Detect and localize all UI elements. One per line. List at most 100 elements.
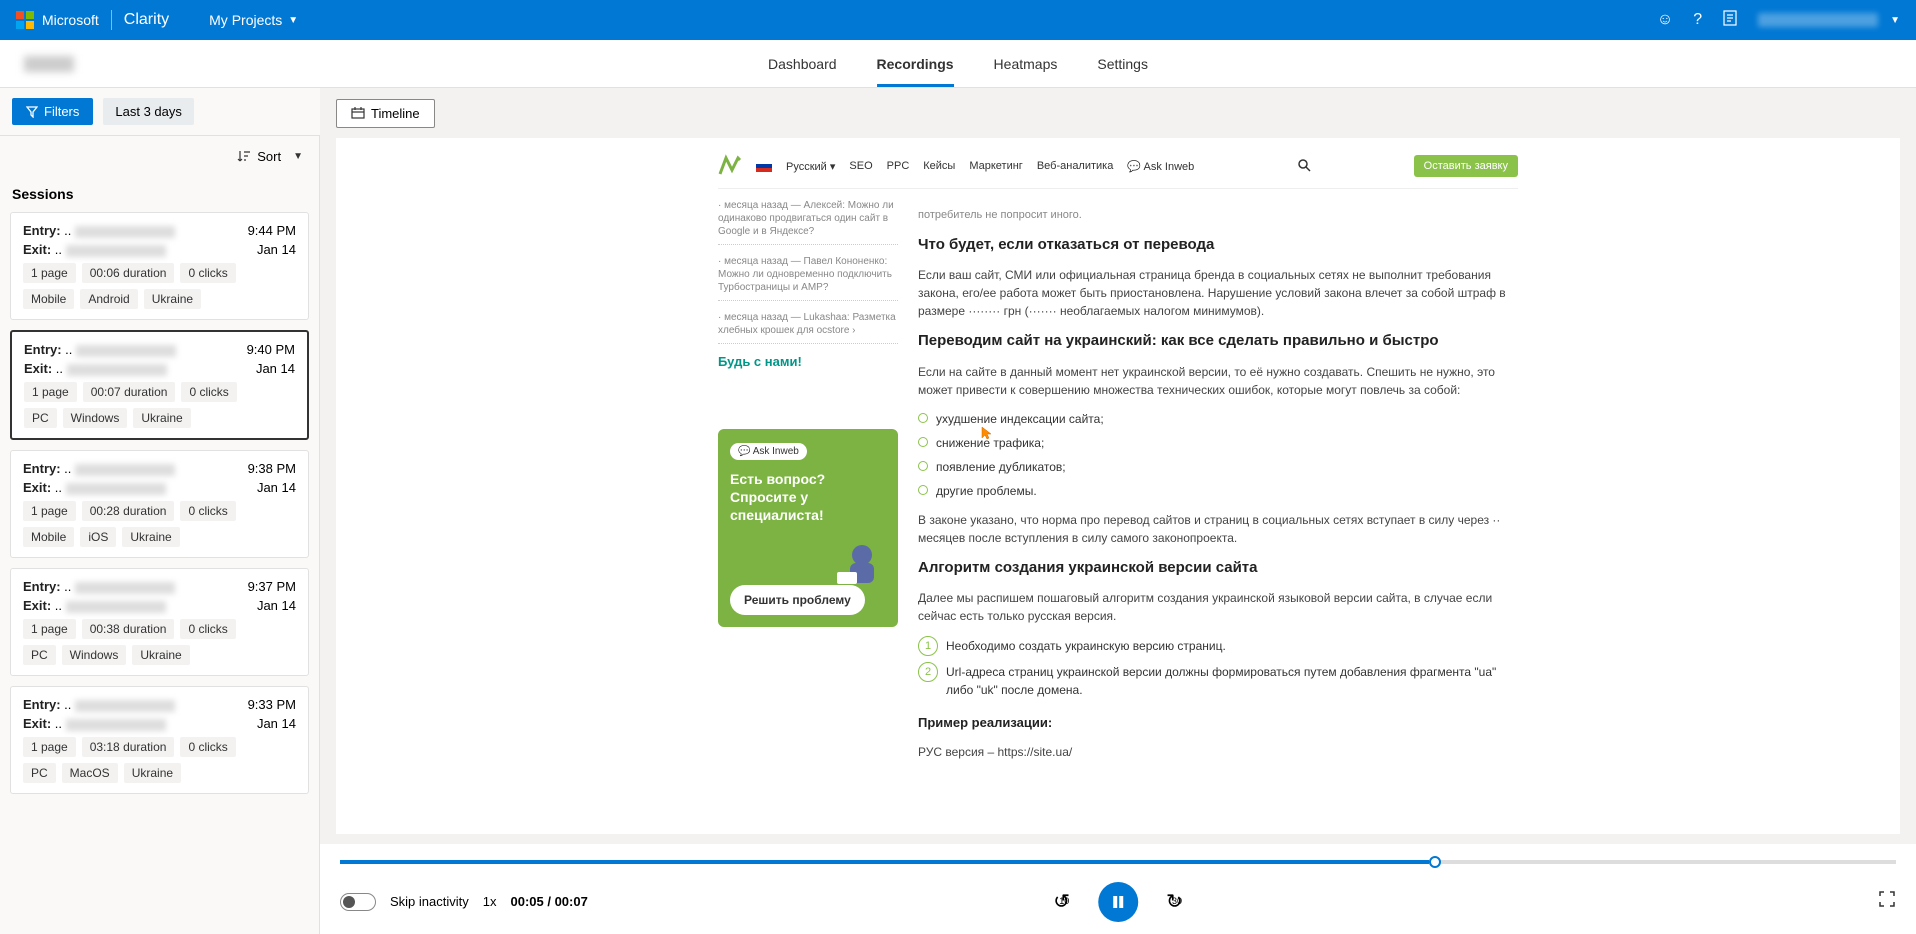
tab-recordings[interactable]: Recordings bbox=[877, 42, 954, 86]
pause-button[interactable] bbox=[1098, 882, 1138, 922]
chip-tag: Windows bbox=[62, 645, 127, 665]
promo-illustration-icon bbox=[832, 537, 892, 587]
sort-button[interactable]: Sort ▼ bbox=[0, 136, 319, 176]
topnav: Dashboard Recordings Heatmaps Settings bbox=[0, 40, 1916, 88]
side-item: · месяца назад — Lukashaa: Разметка хлеб… bbox=[718, 311, 898, 344]
nav-cases: Кейсы bbox=[923, 160, 955, 172]
replay-h1: Что будет, если отказаться от перевода bbox=[918, 234, 1518, 257]
chip-pages: 1 page bbox=[23, 501, 76, 521]
promo-ask: 💬 Ask Inweb bbox=[730, 443, 807, 460]
promo-solve-button: Решить проблему bbox=[730, 585, 865, 615]
projects-dropdown[interactable]: My Projects ▼ bbox=[209, 12, 298, 28]
chip-duration: 00:38 duration bbox=[82, 619, 175, 639]
chip-duration: 03:18 duration bbox=[82, 737, 175, 757]
sort-icon bbox=[237, 149, 251, 163]
skip-inactivity-toggle[interactable] bbox=[340, 893, 376, 911]
session-card[interactable]: Entry: ..9:33 PM Exit: ..Jan 14 1 page 0… bbox=[10, 686, 309, 794]
replay-ol: Url-адреса страниц украинской версии дол… bbox=[918, 659, 1518, 703]
speed-label[interactable]: 1x bbox=[483, 894, 497, 909]
session-card[interactable]: Entry: ..9:44 PM Exit: ..Jan 14 1 page 0… bbox=[10, 212, 309, 320]
filters-label: Filters bbox=[44, 104, 79, 119]
chip-pages: 1 page bbox=[23, 263, 76, 283]
flag-icon bbox=[756, 160, 772, 172]
timeline-icon bbox=[351, 106, 365, 120]
chip-pages: 1 page bbox=[24, 382, 77, 402]
replay-h2: Переводим сайт на украинский: как все сд… bbox=[918, 330, 1518, 353]
progress-bar[interactable] bbox=[340, 860, 1896, 864]
nav-web: Веб-аналитика bbox=[1037, 160, 1114, 172]
chip-clicks: 0 clicks bbox=[180, 619, 235, 639]
progress-handle[interactable] bbox=[1429, 856, 1441, 868]
fullscreen-button[interactable] bbox=[1878, 890, 1896, 913]
forward-30-button[interactable]: ↻30 bbox=[1166, 889, 1183, 914]
search-icon bbox=[1297, 158, 1311, 175]
projects-label: My Projects bbox=[209, 12, 282, 28]
progress-fill bbox=[340, 860, 1429, 864]
chip-clicks: 0 clicks bbox=[180, 263, 235, 283]
divider bbox=[111, 10, 112, 30]
feedback-icon[interactable]: ☺ bbox=[1657, 11, 1673, 29]
chip-tag: PC bbox=[23, 645, 56, 665]
brand-text[interactable]: Clarity bbox=[124, 11, 169, 29]
replay-h3: Алгоритм создания украинской версии сайт… bbox=[918, 557, 1518, 580]
replay-li: ухудшение индексации сайта; bbox=[918, 407, 1518, 431]
chip-tag: PC bbox=[23, 763, 56, 783]
session-card[interactable]: Entry: ..9:40 PM Exit: ..Jan 14 1 page 0… bbox=[10, 330, 309, 440]
replay-page-header: Русский ▾ SEO PPC Кейсы Маркетинг Веб-ан… bbox=[718, 148, 1518, 189]
filter-icon bbox=[26, 106, 38, 118]
fullscreen-icon bbox=[1878, 890, 1896, 908]
chip-pages: 1 page bbox=[23, 619, 76, 639]
replay-ol: Необходимо создать украинскую версию стр… bbox=[918, 633, 1518, 659]
chip-duration: 00:06 duration bbox=[82, 263, 175, 283]
chip-tag: Ukraine bbox=[124, 763, 181, 783]
player-panel: Timeline Русский ▾ SEO PPC Кейсы Маркети… bbox=[320, 88, 1916, 934]
session-card[interactable]: Entry: ..9:37 PM Exit: ..Jan 14 1 page 0… bbox=[10, 568, 309, 676]
replay-text: потребитель не попросит иного. bbox=[918, 207, 1518, 224]
pause-icon bbox=[1111, 895, 1125, 909]
lang-dropdown: Русский ▾ bbox=[786, 160, 835, 173]
user-name bbox=[1758, 13, 1878, 27]
side-item: · месяца назад — Алексей: Можно ли одина… bbox=[718, 199, 898, 245]
site-logo-icon bbox=[718, 154, 742, 178]
chip-tag: iOS bbox=[80, 527, 116, 547]
nav-marketing: Маркетинг bbox=[969, 160, 1022, 172]
chip-duration: 00:07 duration bbox=[83, 382, 176, 402]
chip-tag: Ukraine bbox=[144, 289, 201, 309]
time-label: 00:05 / 00:07 bbox=[510, 894, 587, 909]
promo-heading: Есть вопрос? Спросите у специалиста! bbox=[730, 470, 886, 525]
tab-settings[interactable]: Settings bbox=[1097, 42, 1148, 86]
chip-pages: 1 page bbox=[23, 737, 76, 757]
tab-dashboard[interactable]: Dashboard bbox=[768, 42, 837, 86]
session-card[interactable]: Entry: ..9:38 PM Exit: ..Jan 14 1 page 0… bbox=[10, 450, 309, 558]
chip-tag: Windows bbox=[63, 408, 128, 428]
filter-chip-date[interactable]: Last 3 days bbox=[103, 98, 194, 125]
side-title: Будь с нами! bbox=[718, 354, 898, 369]
sidebar: Filters Last 3 days Sort ▼ Sessions Entr… bbox=[0, 88, 320, 934]
microsoft-text: Microsoft bbox=[42, 12, 99, 28]
chip-clicks: 0 clicks bbox=[180, 737, 235, 757]
chevron-down-icon: ▼ bbox=[293, 151, 303, 162]
replay-p1: Если ваш сайт, СМИ или официальная стран… bbox=[918, 266, 1518, 320]
chevron-down-icon: ▼ bbox=[288, 15, 298, 26]
chip-tag: Ukraine bbox=[132, 645, 189, 665]
chip-tag: MacOS bbox=[62, 763, 118, 783]
chevron-down-icon: ▼ bbox=[1890, 15, 1900, 26]
help-icon[interactable]: ? bbox=[1693, 11, 1702, 29]
replay-p3: В законе указано, что норма про перевод … bbox=[918, 511, 1518, 547]
tab-heatmaps[interactable]: Heatmaps bbox=[994, 42, 1058, 86]
rewind-10-button[interactable]: ↺10 bbox=[1053, 889, 1070, 914]
user-menu[interactable]: ▼ bbox=[1758, 13, 1900, 27]
microsoft-logo-icon bbox=[16, 11, 34, 29]
chip-tag: Mobile bbox=[23, 289, 74, 309]
nav-seo: SEO bbox=[849, 160, 872, 172]
replay-li: снижение трафика; bbox=[918, 431, 1518, 455]
replay-p5: РУС версия – https://site.ua/ bbox=[918, 743, 1518, 761]
filters-button[interactable]: Filters bbox=[12, 98, 93, 125]
chip-tag: Mobile bbox=[23, 527, 74, 547]
notes-icon[interactable] bbox=[1722, 10, 1738, 31]
timeline-label: Timeline bbox=[371, 106, 420, 121]
timeline-button[interactable]: Timeline bbox=[336, 99, 435, 128]
project-name bbox=[24, 56, 74, 72]
skip-label: Skip inactivity bbox=[390, 894, 469, 909]
replay-li: другие проблемы. bbox=[918, 479, 1518, 503]
